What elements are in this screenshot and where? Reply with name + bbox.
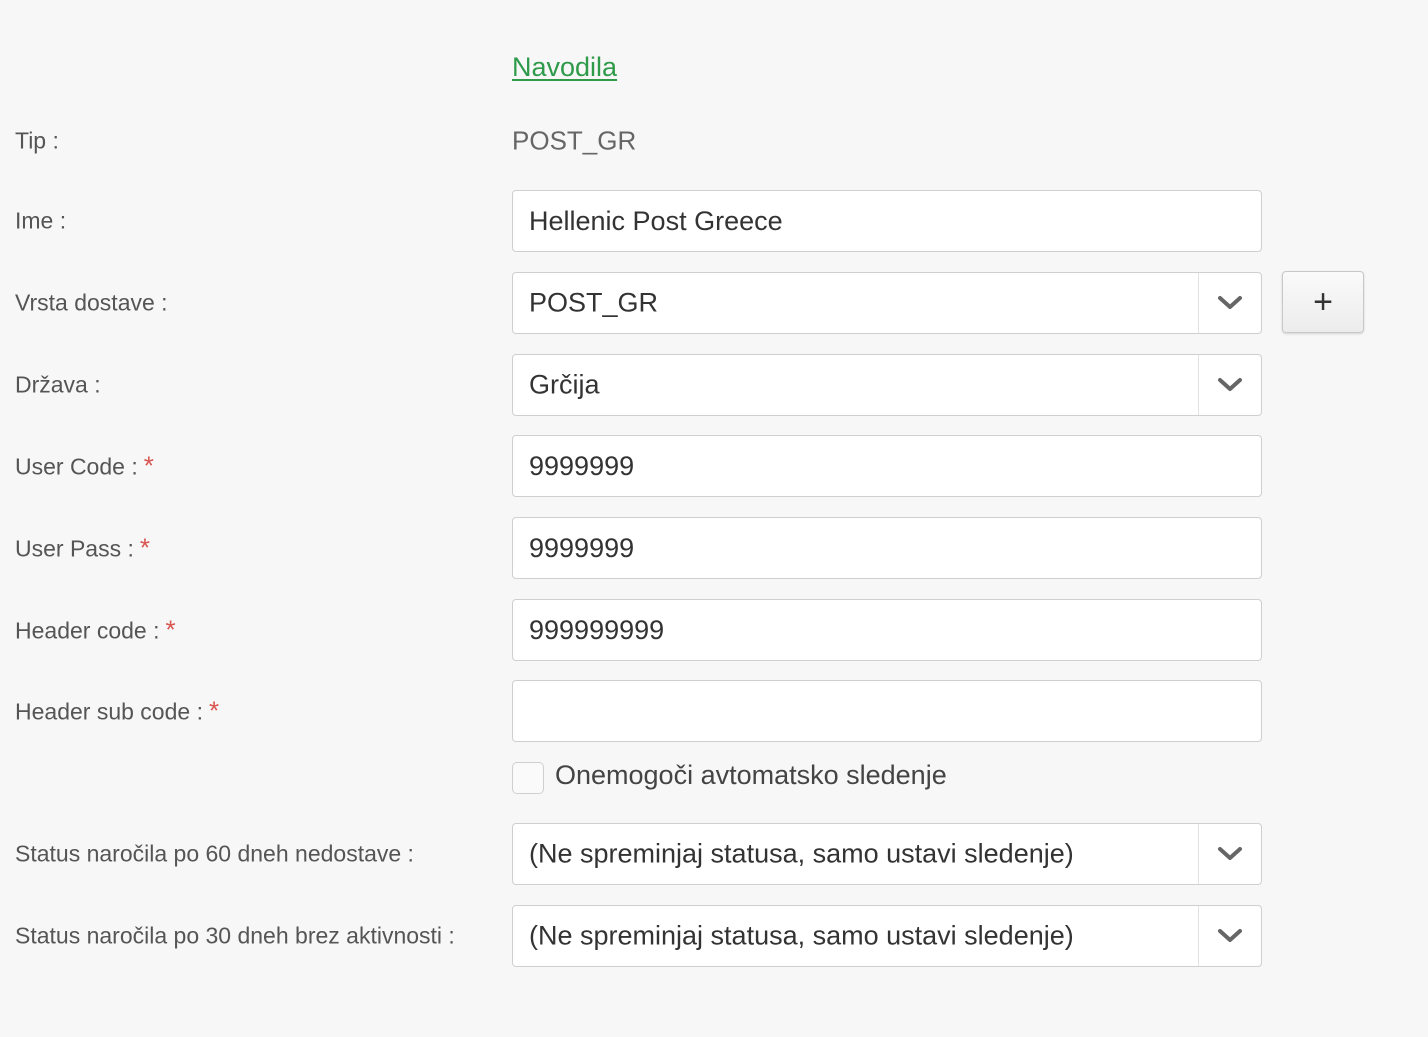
header-sub-code-label-text: Header sub code : <box>15 698 203 725</box>
row-header-code: Header code : * <box>0 599 1428 661</box>
row-user-code: User Code : * <box>0 435 1428 497</box>
user-pass-field-wrapper <box>512 517 1262 579</box>
drzava-label: Država : <box>15 371 101 398</box>
header-sub-code-input[interactable] <box>513 681 1261 741</box>
row-header-sub-code: Header sub code : * <box>0 680 1428 742</box>
status-60-value: (Ne spreminjaj statusa, samo ustavi sled… <box>529 838 1074 869</box>
row-user-pass: User Pass : * <box>0 517 1428 579</box>
status-30-label: Status naročila po 30 dneh brez aktivnos… <box>15 922 455 949</box>
row-tip: Tip : POST_GR <box>0 110 1428 172</box>
instructions-link[interactable]: Navodila <box>512 52 617 83</box>
ime-label: Ime : <box>15 207 67 234</box>
user-code-label-text: User Code : <box>15 453 138 480</box>
chevron-down-icon[interactable] <box>1198 824 1261 884</box>
disable-tracking-checkbox[interactable] <box>512 762 544 794</box>
user-pass-label-text: User Pass : <box>15 535 134 562</box>
header-sub-code-field-wrapper <box>512 680 1262 742</box>
header-sub-code-label: Header sub code : * <box>15 696 219 727</box>
disable-tracking-label[interactable]: Onemogoči avtomatsko sledenje <box>555 760 947 791</box>
user-code-label: User Code : * <box>15 451 154 482</box>
ime-field-wrapper <box>512 190 1262 252</box>
row-status-60: Status naročila po 60 dneh nedostave : (… <box>0 823 1428 885</box>
status-60-select[interactable]: (Ne spreminjaj statusa, samo ustavi sled… <box>512 823 1262 885</box>
required-marker: * <box>165 614 176 645</box>
drzava-select[interactable]: Grčija <box>512 354 1262 416</box>
header-code-label-text: Header code : <box>15 617 160 644</box>
user-code-input[interactable] <box>513 436 1261 496</box>
required-marker: * <box>143 450 154 481</box>
carrier-settings-form: Navodila Tip : POST_GR Ime : Vrsta dosta… <box>0 0 1428 1037</box>
header-code-input[interactable] <box>513 600 1261 660</box>
user-pass-label: User Pass : * <box>15 533 150 564</box>
header-code-field-wrapper <box>512 599 1262 661</box>
vrsta-dostave-select[interactable]: POST_GR <box>512 272 1262 334</box>
required-marker: * <box>208 695 220 726</box>
row-status-30: Status naročila po 30 dneh brez aktivnos… <box>0 905 1428 967</box>
user-code-field-wrapper <box>512 435 1262 497</box>
chevron-down-icon[interactable] <box>1198 355 1261 415</box>
tip-label: Tip : <box>15 127 59 154</box>
chevron-down-icon[interactable] <box>1198 906 1261 966</box>
status-30-select[interactable]: (Ne spreminjaj statusa, samo ustavi sled… <box>512 905 1262 967</box>
chevron-down-icon[interactable] <box>1198 273 1261 333</box>
tip-value: POST_GR <box>512 125 637 156</box>
row-ime: Ime : <box>0 190 1428 252</box>
drzava-value: Grčija <box>529 369 600 400</box>
user-pass-input[interactable] <box>513 518 1261 578</box>
add-shipping-type-button[interactable]: + <box>1282 271 1364 333</box>
status-60-label: Status naročila po 60 dneh nedostave : <box>15 840 414 867</box>
status-30-value: (Ne spreminjaj statusa, samo ustavi sled… <box>529 920 1074 951</box>
vrsta-dostave-value: POST_GR <box>529 287 659 318</box>
row-vrsta-dostave: Vrsta dostave : POST_GR + <box>0 271 1428 334</box>
row-drzava: Država : Grčija <box>0 354 1428 416</box>
vrsta-dostave-label: Vrsta dostave : <box>15 289 168 316</box>
ime-input[interactable] <box>513 191 1261 251</box>
header-code-label: Header code : * <box>15 615 176 646</box>
required-marker: * <box>139 532 150 563</box>
